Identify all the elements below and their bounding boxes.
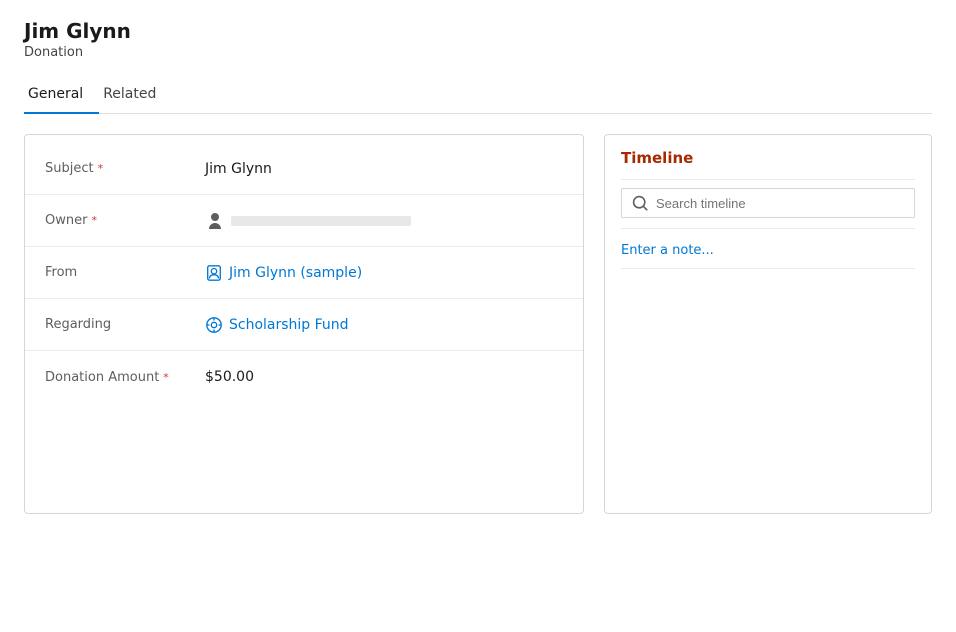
- tab-general[interactable]: General: [24, 78, 99, 114]
- field-row-subject: Subject * Jim Glynn: [25, 143, 583, 195]
- owner-person-icon: [205, 211, 225, 231]
- required-star-amount: *: [163, 371, 169, 384]
- record-header: Jim Glynn Donation: [24, 18, 932, 60]
- search-timeline-box[interactable]: [621, 188, 915, 218]
- search-timeline-icon: [632, 195, 648, 211]
- tabs-bar: General Related: [24, 78, 932, 114]
- tab-related[interactable]: Related: [99, 78, 172, 114]
- required-star-owner: *: [91, 214, 97, 227]
- subject-value[interactable]: Jim Glynn: [205, 161, 563, 177]
- owner-bar: [231, 216, 411, 226]
- required-star-subject: *: [98, 162, 104, 175]
- timeline-divider-search: [621, 228, 915, 229]
- enter-note-text[interactable]: Enter a note...: [621, 237, 915, 264]
- timeline-title: Timeline: [621, 149, 915, 167]
- campaign-icon: [205, 316, 223, 334]
- field-row-from: From Jim Glynn (sample): [25, 247, 583, 299]
- timeline-panel: Timeline Enter a note...: [604, 134, 932, 514]
- timeline-divider-note: [621, 268, 915, 269]
- record-subtitle: Donation: [24, 45, 932, 60]
- contact-icon: [205, 264, 223, 282]
- field-row-regarding: Regarding Scholarship Fund: [25, 299, 583, 351]
- field-row-donation-amount: Donation Amount * $50.00: [25, 351, 583, 403]
- subject-label: Subject *: [45, 161, 205, 176]
- donation-amount-value[interactable]: $50.00: [205, 369, 563, 385]
- record-title: Jim Glynn: [24, 18, 932, 44]
- timeline-divider-top: [621, 179, 915, 180]
- main-layout: Subject * Jim Glynn Owner *: [24, 134, 932, 514]
- regarding-label: Regarding: [45, 317, 205, 332]
- owner-value[interactable]: [205, 211, 563, 231]
- search-timeline-input[interactable]: [656, 196, 904, 211]
- form-card: Subject * Jim Glynn Owner *: [24, 134, 584, 514]
- field-row-owner: Owner *: [25, 195, 583, 247]
- from-value[interactable]: Jim Glynn (sample): [205, 264, 563, 282]
- donation-amount-label: Donation Amount *: [45, 370, 205, 385]
- regarding-value[interactable]: Scholarship Fund: [205, 316, 563, 334]
- owner-label: Owner *: [45, 213, 205, 228]
- from-label: From: [45, 265, 205, 280]
